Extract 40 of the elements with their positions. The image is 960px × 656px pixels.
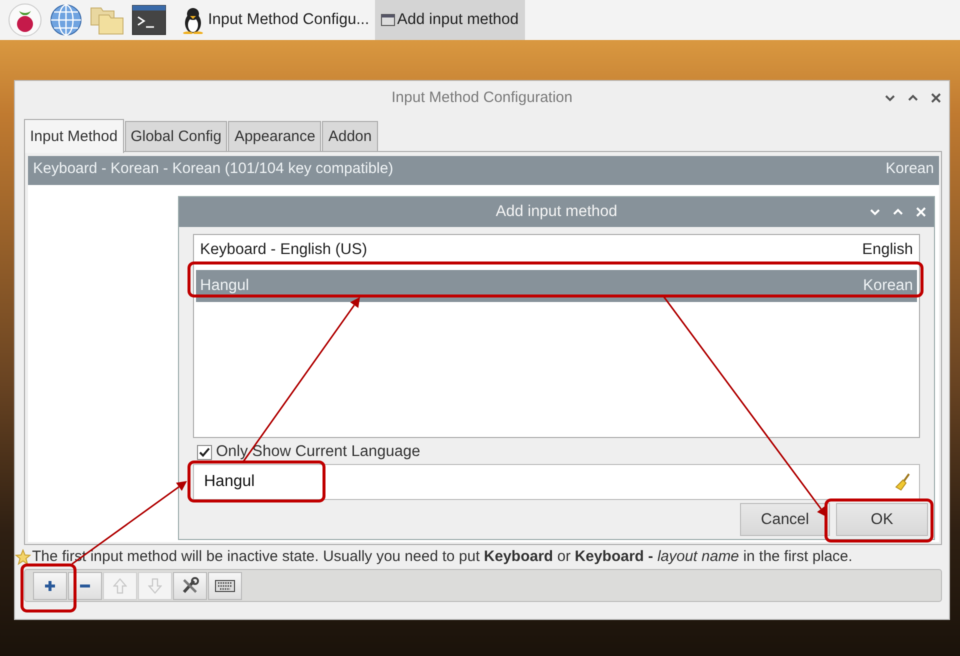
method-name: Hangul — [200, 277, 250, 295]
star-icon — [15, 548, 31, 564]
minus-icon — [79, 584, 91, 588]
broom-icon[interactable] — [895, 473, 911, 491]
keyboard-button[interactable] — [208, 572, 242, 600]
tools-icon — [181, 576, 199, 594]
maximize-icon[interactable] — [908, 94, 918, 102]
ok-button[interactable]: OK — [836, 503, 928, 536]
plus-icon — [44, 580, 56, 592]
checkbox-label: Only Show Current Language — [216, 443, 420, 461]
configure-button[interactable] — [173, 572, 207, 600]
berry-icon[interactable] — [8, 3, 42, 37]
keyboard-icon — [215, 580, 235, 592]
method-name: Keyboard - Korean - Korean (101/104 key compatible) — [33, 160, 394, 179]
tab[interactable]: Global Config — [124, 121, 228, 151]
tab[interactable]: Input Method — [24, 119, 124, 153]
tab[interactable]: Appearance — [228, 121, 322, 151]
tab[interactable]: Addon — [322, 121, 378, 151]
checkbox[interactable] — [197, 444, 212, 460]
penguin-icon — [180, 6, 206, 34]
dialog-title: Add input method — [496, 203, 618, 221]
highlight-frame — [20, 564, 76, 612]
add-button[interactable] — [33, 572, 67, 600]
method-language: English — [862, 241, 913, 260]
terminal-icon[interactable] — [132, 5, 166, 35]
cancel-button[interactable]: Cancel — [740, 503, 830, 536]
window-icon — [381, 14, 396, 26]
taskbar-button[interactable]: Add input method — [375, 0, 525, 40]
close-icon[interactable] — [931, 92, 941, 102]
minimize-icon[interactable] — [885, 94, 895, 102]
method-language: Korean — [863, 277, 913, 295]
remove-button[interactable] — [68, 572, 102, 600]
search-field[interactable]: Hangul — [193, 464, 920, 500]
globe-icon[interactable] — [50, 4, 82, 36]
method-name: Keyboard - English (US) — [200, 241, 368, 260]
window-title: Input Method Configuration — [392, 89, 572, 106]
arrow-down-icon — [148, 578, 162, 594]
method-language: Korean — [886, 160, 934, 179]
arrow-up-icon — [113, 578, 127, 594]
list-item[interactable]: Keyboard - English (US) English — [196, 238, 917, 267]
